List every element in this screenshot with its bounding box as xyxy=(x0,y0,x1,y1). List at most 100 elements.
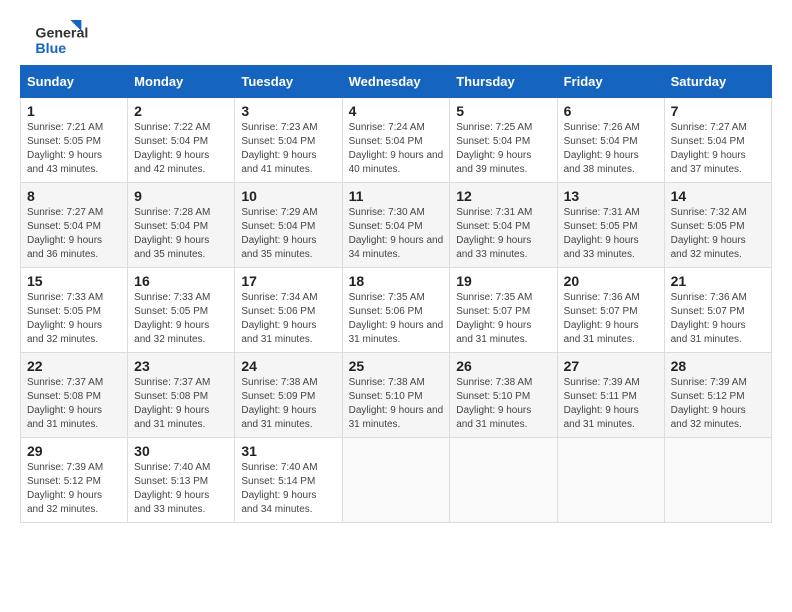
day-number: 26 xyxy=(456,358,550,374)
day-info: Sunrise: 7:31 AMSunset: 5:04 PMDaylight:… xyxy=(456,207,532,260)
day-number: 6 xyxy=(564,103,658,119)
calendar-day-cell: 31 Sunrise: 7:40 AMSunset: 5:14 PMDaylig… xyxy=(235,438,342,523)
calendar-day-cell: 7 Sunrise: 7:27 AMSunset: 5:04 PMDayligh… xyxy=(664,98,771,183)
calendar-day-cell: 23 Sunrise: 7:37 AMSunset: 5:08 PMDaylig… xyxy=(128,353,235,438)
svg-text:Blue: Blue xyxy=(35,41,66,55)
calendar-day-cell: 22 Sunrise: 7:37 AMSunset: 5:08 PMDaylig… xyxy=(21,353,128,438)
calendar-day-cell: 24 Sunrise: 7:38 AMSunset: 5:09 PMDaylig… xyxy=(235,353,342,438)
calendar-day-cell xyxy=(342,438,450,523)
calendar-day-cell: 17 Sunrise: 7:34 AMSunset: 5:06 PMDaylig… xyxy=(235,268,342,353)
calendar-day-cell: 28 Sunrise: 7:39 AMSunset: 5:12 PMDaylig… xyxy=(664,353,771,438)
weekday-header: Sunday xyxy=(21,66,128,98)
day-info: Sunrise: 7:38 AMSunset: 5:10 PMDaylight:… xyxy=(349,377,444,430)
calendar-day-cell: 13 Sunrise: 7:31 AMSunset: 5:05 PMDaylig… xyxy=(557,183,664,268)
day-number: 8 xyxy=(27,188,121,204)
calendar-day-cell: 8 Sunrise: 7:27 AMSunset: 5:04 PMDayligh… xyxy=(21,183,128,268)
day-number: 21 xyxy=(671,273,765,289)
day-number: 20 xyxy=(564,273,658,289)
day-number: 24 xyxy=(241,358,335,374)
calendar-day-cell: 15 Sunrise: 7:33 AMSunset: 5:05 PMDaylig… xyxy=(21,268,128,353)
day-number: 23 xyxy=(134,358,228,374)
day-info: Sunrise: 7:33 AMSunset: 5:05 PMDaylight:… xyxy=(27,292,103,345)
day-number: 2 xyxy=(134,103,228,119)
calendar-day-cell: 30 Sunrise: 7:40 AMSunset: 5:13 PMDaylig… xyxy=(128,438,235,523)
day-info: Sunrise: 7:39 AMSunset: 5:12 PMDaylight:… xyxy=(27,462,103,515)
day-info: Sunrise: 7:38 AMSunset: 5:09 PMDaylight:… xyxy=(241,377,317,430)
calendar-day-cell: 1 Sunrise: 7:21 AMSunset: 5:05 PMDayligh… xyxy=(21,98,128,183)
day-info: Sunrise: 7:40 AMSunset: 5:13 PMDaylight:… xyxy=(134,462,210,515)
day-info: Sunrise: 7:29 AMSunset: 5:04 PMDaylight:… xyxy=(241,207,317,260)
day-number: 15 xyxy=(27,273,121,289)
weekday-header: Friday xyxy=(557,66,664,98)
day-number: 25 xyxy=(349,358,444,374)
day-number: 3 xyxy=(241,103,335,119)
day-info: Sunrise: 7:28 AMSunset: 5:04 PMDaylight:… xyxy=(134,207,210,260)
calendar-day-cell: 12 Sunrise: 7:31 AMSunset: 5:04 PMDaylig… xyxy=(450,183,557,268)
calendar-week-row: 29 Sunrise: 7:39 AMSunset: 5:12 PMDaylig… xyxy=(21,438,772,523)
calendar-week-row: 8 Sunrise: 7:27 AMSunset: 5:04 PMDayligh… xyxy=(21,183,772,268)
weekday-header: Monday xyxy=(128,66,235,98)
day-info: Sunrise: 7:21 AMSunset: 5:05 PMDaylight:… xyxy=(27,122,103,175)
calendar-day-cell: 2 Sunrise: 7:22 AMSunset: 5:04 PMDayligh… xyxy=(128,98,235,183)
day-info: Sunrise: 7:35 AMSunset: 5:06 PMDaylight:… xyxy=(349,292,444,345)
day-info: Sunrise: 7:34 AMSunset: 5:06 PMDaylight:… xyxy=(241,292,317,345)
day-info: Sunrise: 7:38 AMSunset: 5:10 PMDaylight:… xyxy=(456,377,532,430)
calendar-day-cell: 11 Sunrise: 7:30 AMSunset: 5:04 PMDaylig… xyxy=(342,183,450,268)
calendar-day-cell: 3 Sunrise: 7:23 AMSunset: 5:04 PMDayligh… xyxy=(235,98,342,183)
day-info: Sunrise: 7:33 AMSunset: 5:05 PMDaylight:… xyxy=(134,292,210,345)
day-info: Sunrise: 7:24 AMSunset: 5:04 PMDaylight:… xyxy=(349,122,444,175)
calendar-week-row: 15 Sunrise: 7:33 AMSunset: 5:05 PMDaylig… xyxy=(21,268,772,353)
calendar-day-cell: 6 Sunrise: 7:26 AMSunset: 5:04 PMDayligh… xyxy=(557,98,664,183)
weekday-header: Tuesday xyxy=(235,66,342,98)
day-number: 28 xyxy=(671,358,765,374)
calendar-day-cell: 5 Sunrise: 7:25 AMSunset: 5:04 PMDayligh… xyxy=(450,98,557,183)
day-number: 9 xyxy=(134,188,228,204)
calendar-day-cell: 18 Sunrise: 7:35 AMSunset: 5:06 PMDaylig… xyxy=(342,268,450,353)
day-number: 31 xyxy=(241,443,335,459)
day-number: 18 xyxy=(349,273,444,289)
calendar-day-cell: 21 Sunrise: 7:36 AMSunset: 5:07 PMDaylig… xyxy=(664,268,771,353)
day-info: Sunrise: 7:37 AMSunset: 5:08 PMDaylight:… xyxy=(27,377,103,430)
day-info: Sunrise: 7:40 AMSunset: 5:14 PMDaylight:… xyxy=(241,462,317,515)
day-number: 29 xyxy=(27,443,121,459)
day-number: 13 xyxy=(564,188,658,204)
calendar-day-cell: 19 Sunrise: 7:35 AMSunset: 5:07 PMDaylig… xyxy=(450,268,557,353)
day-info: Sunrise: 7:36 AMSunset: 5:07 PMDaylight:… xyxy=(564,292,640,345)
logo: General Blue xyxy=(20,20,100,55)
day-info: Sunrise: 7:30 AMSunset: 5:04 PMDaylight:… xyxy=(349,207,444,260)
day-number: 11 xyxy=(349,188,444,204)
day-number: 19 xyxy=(456,273,550,289)
calendar-day-cell: 20 Sunrise: 7:36 AMSunset: 5:07 PMDaylig… xyxy=(557,268,664,353)
calendar-day-cell: 14 Sunrise: 7:32 AMSunset: 5:05 PMDaylig… xyxy=(664,183,771,268)
day-info: Sunrise: 7:39 AMSunset: 5:11 PMDaylight:… xyxy=(564,377,640,430)
calendar-table: SundayMondayTuesdayWednesdayThursdayFrid… xyxy=(20,65,772,523)
day-number: 14 xyxy=(671,188,765,204)
day-number: 16 xyxy=(134,273,228,289)
calendar-day-cell xyxy=(450,438,557,523)
day-info: Sunrise: 7:32 AMSunset: 5:05 PMDaylight:… xyxy=(671,207,747,260)
weekday-header: Thursday xyxy=(450,66,557,98)
day-info: Sunrise: 7:31 AMSunset: 5:05 PMDaylight:… xyxy=(564,207,640,260)
calendar-week-row: 1 Sunrise: 7:21 AMSunset: 5:05 PMDayligh… xyxy=(21,98,772,183)
day-info: Sunrise: 7:26 AMSunset: 5:04 PMDaylight:… xyxy=(564,122,640,175)
day-number: 4 xyxy=(349,103,444,119)
day-number: 5 xyxy=(456,103,550,119)
day-number: 22 xyxy=(27,358,121,374)
page-header: General Blue xyxy=(20,20,772,55)
day-info: Sunrise: 7:39 AMSunset: 5:12 PMDaylight:… xyxy=(671,377,747,430)
day-number: 17 xyxy=(241,273,335,289)
day-number: 7 xyxy=(671,103,765,119)
calendar-day-cell: 26 Sunrise: 7:38 AMSunset: 5:10 PMDaylig… xyxy=(450,353,557,438)
weekday-header-row: SundayMondayTuesdayWednesdayThursdayFrid… xyxy=(21,66,772,98)
day-info: Sunrise: 7:27 AMSunset: 5:04 PMDaylight:… xyxy=(671,122,747,175)
calendar-day-cell: 29 Sunrise: 7:39 AMSunset: 5:12 PMDaylig… xyxy=(21,438,128,523)
calendar-day-cell: 10 Sunrise: 7:29 AMSunset: 5:04 PMDaylig… xyxy=(235,183,342,268)
day-info: Sunrise: 7:35 AMSunset: 5:07 PMDaylight:… xyxy=(456,292,532,345)
calendar-day-cell: 27 Sunrise: 7:39 AMSunset: 5:11 PMDaylig… xyxy=(557,353,664,438)
day-info: Sunrise: 7:22 AMSunset: 5:04 PMDaylight:… xyxy=(134,122,210,175)
calendar-day-cell xyxy=(664,438,771,523)
day-number: 27 xyxy=(564,358,658,374)
calendar-day-cell: 9 Sunrise: 7:28 AMSunset: 5:04 PMDayligh… xyxy=(128,183,235,268)
weekday-header: Saturday xyxy=(664,66,771,98)
weekday-header: Wednesday xyxy=(342,66,450,98)
